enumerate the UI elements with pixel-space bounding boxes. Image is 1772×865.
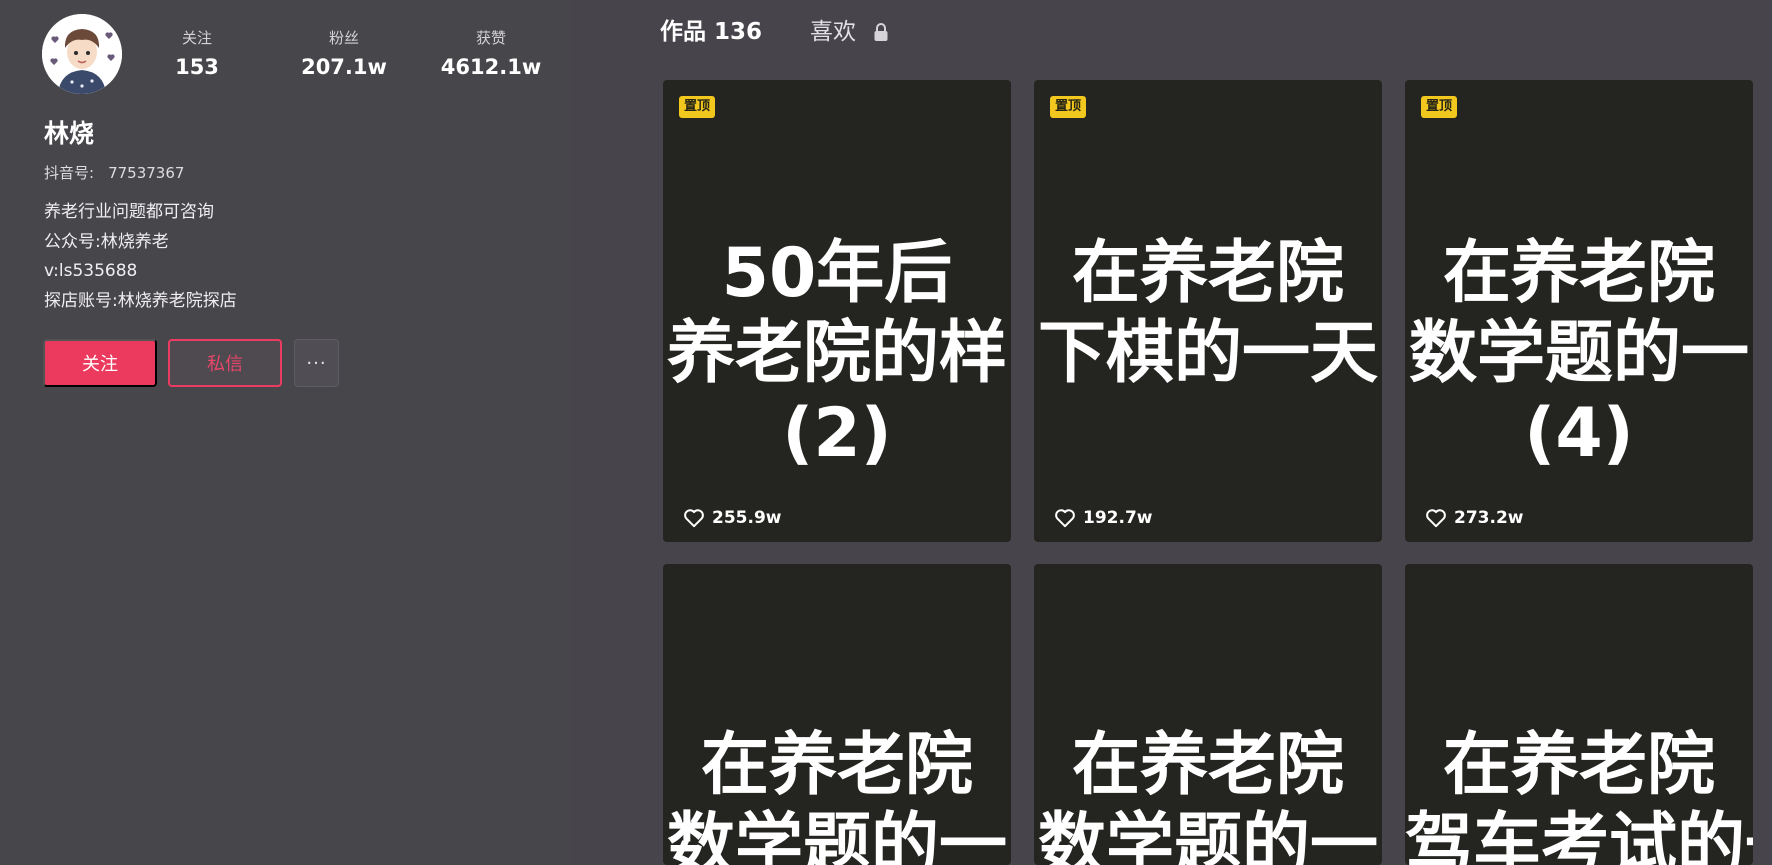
- stat-value: 207.1w: [301, 55, 387, 79]
- douyin-profile-page: 关注 153 粉丝 207.1w 获赞 4612.1w 林烧 抖音号: 77537…: [0, 0, 1772, 865]
- stat-following[interactable]: 关注 153: [160, 28, 234, 82]
- stat-label: 获赞: [475, 29, 506, 47]
- cover-line: 驾车考试的一: [1405, 806, 1753, 865]
- cover-line: 在养老院: [1071, 726, 1344, 805]
- douyin-id: 抖音号: 77537367: [44, 162, 184, 183]
- cover-line: (2): [782, 394, 892, 473]
- tab-works[interactable]: 作品 136: [660, 14, 762, 50]
- bio-line: 公众号:林烧养老: [44, 231, 169, 252]
- heart-icon: [1055, 509, 1075, 528]
- video-cover-text: 在养老院 数学题的一 (4): [1405, 234, 1753, 474]
- bio-line: 探店账号:林烧养老院探店: [44, 290, 237, 311]
- likes-count: 273.2w: [1454, 508, 1524, 528]
- video-cover-text: 在养老院 数学题的一: [1034, 726, 1382, 865]
- cover-line: 养老院的样: [666, 314, 1007, 393]
- tab-likes-label: 喜欢: [810, 19, 856, 45]
- video-likes: 192.7w: [1054, 508, 1152, 528]
- video-card[interactable]: 置顶 50年后 养老院的样 (2) 255.9w: [663, 80, 1011, 542]
- stat-total-likes: 获赞 4612.1w: [436, 28, 546, 82]
- bio-line: 养老行业问题都可咨询: [44, 202, 214, 222]
- video-card[interactable]: 在养老院 驾车考试的一: [1405, 564, 1753, 865]
- stat-label: 关注: [181, 29, 212, 47]
- tab-likes[interactable]: 喜欢: [810, 14, 889, 50]
- likes-count: 192.7w: [1083, 508, 1153, 528]
- stat-followers[interactable]: 粉丝 207.1w: [292, 28, 396, 82]
- video-likes: 255.9w: [683, 508, 781, 528]
- stat-value: 4612.1w: [440, 55, 542, 79]
- more-options-button[interactable]: ···: [294, 339, 339, 387]
- bio-line: v:ls535688: [44, 261, 138, 281]
- avatar[interactable]: [42, 14, 122, 94]
- cover-line: 在养老院: [700, 726, 973, 805]
- heart-icon: [1426, 509, 1446, 528]
- cover-line: (4): [1524, 394, 1634, 473]
- video-card[interactable]: 在养老院 数学题的一: [1034, 564, 1382, 865]
- cover-line: 下棋的一天: [1037, 314, 1378, 393]
- cover-line: 数学题的一: [1408, 314, 1749, 393]
- cover-line: 50年后: [721, 234, 953, 313]
- stat-value: 153: [175, 55, 219, 79]
- profile-nickname: 林烧: [44, 119, 95, 148]
- video-cover-text: 在养老院 数学题的一: [663, 726, 1011, 865]
- profile-panel: 关注 153 粉丝 207.1w 获赞 4612.1w 林烧 抖音号: 77537…: [0, 0, 572, 865]
- likes-count: 255.9w: [712, 508, 782, 528]
- video-cover-text: 50年后 养老院的样 (2): [663, 234, 1011, 474]
- pinned-badge: 置顶: [1421, 96, 1458, 118]
- pinned-badge: 置顶: [679, 96, 716, 118]
- cover-line: 在养老院: [1071, 234, 1344, 313]
- douyin-id-value: 77537367: [108, 164, 185, 182]
- cover-line: 数学题的一: [666, 806, 1007, 865]
- cover-line: 在养老院: [1442, 726, 1715, 805]
- follow-button[interactable]: 关注: [43, 339, 157, 387]
- pinned-badge: 置顶: [1050, 96, 1087, 118]
- heart-icon: [684, 509, 704, 528]
- profile-bio: 养老行业问题都可咨询 公众号:林烧养老 v:ls535688 探店账号:林烧养老…: [44, 198, 237, 316]
- cover-line: 数学题的一: [1037, 806, 1378, 865]
- video-card[interactable]: 置顶 在养老院 数学题的一 (4) 273.2w: [1405, 80, 1753, 542]
- cover-line: 在养老院: [1442, 234, 1715, 313]
- video-likes: 273.2w: [1425, 508, 1523, 528]
- video-cover-text: 在养老院 驾车考试的一: [1405, 726, 1753, 865]
- message-button[interactable]: 私信: [168, 339, 282, 387]
- video-card[interactable]: 置顶 在养老院 下棋的一天 192.7w: [1034, 80, 1382, 542]
- douyin-id-label: 抖音号:: [44, 164, 95, 182]
- lock-icon: [874, 23, 888, 41]
- video-card[interactable]: 在养老院 数学题的一: [663, 564, 1011, 865]
- tab-works-label: 作品 136: [660, 19, 763, 45]
- works-panel: 作品 136 喜欢 置顶 50年后 养老院的样 (2) 255.9w 置顶 在养…: [572, 0, 1772, 865]
- video-cover-text: 在养老院 下棋的一天: [1034, 234, 1382, 394]
- cartoon-avatar-icon: [42, 14, 122, 94]
- stat-label: 粉丝: [328, 29, 359, 47]
